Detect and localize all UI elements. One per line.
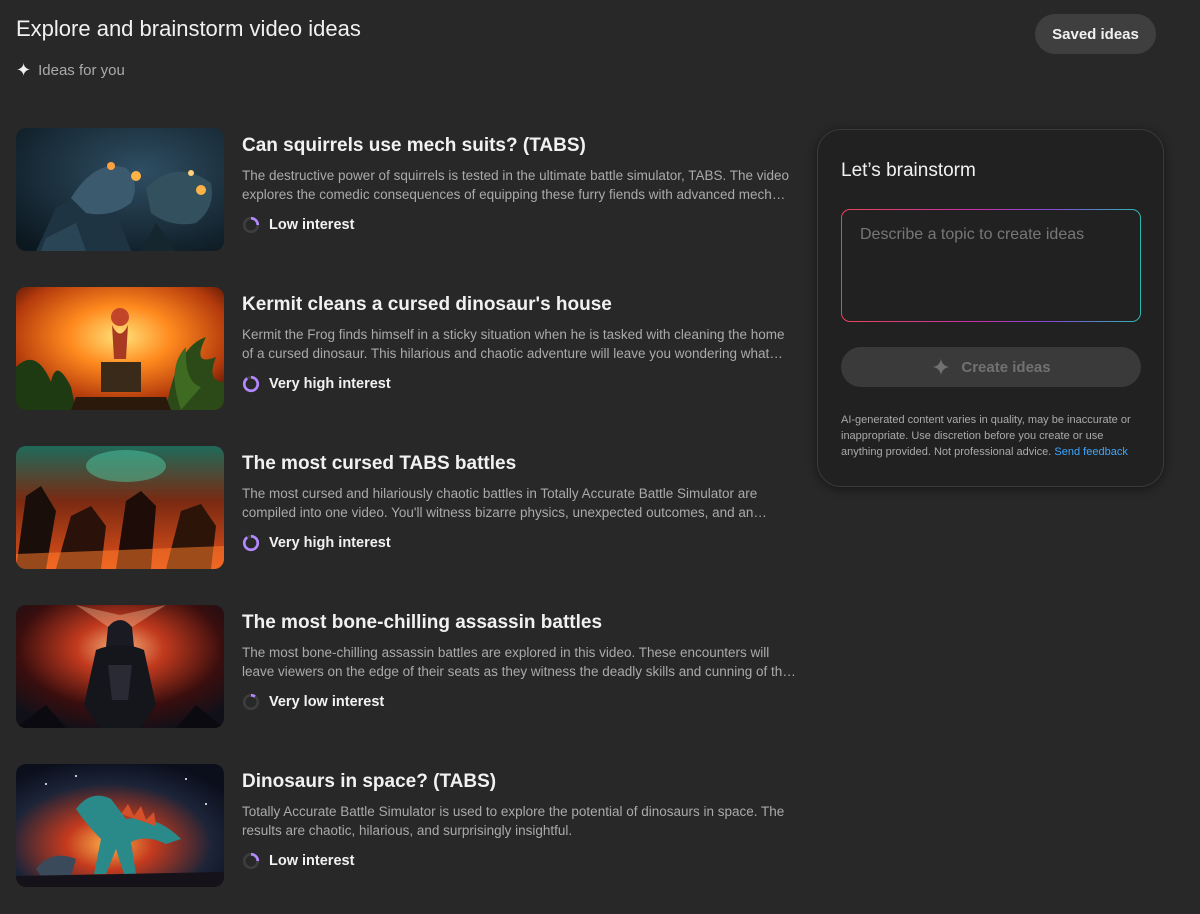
idea-description: Totally Accurate Battle Simulator is use… [242, 804, 785, 838]
page-title: Explore and brainstorm video ideas [16, 16, 361, 41]
interest-label: Very high interest [269, 376, 391, 392]
saved-ideas-button[interactable]: Saved ideas [1035, 14, 1156, 54]
idea-description: The most bone-chilling assassin battles … [242, 645, 790, 679]
create-ideas-label: Create ideas [961, 358, 1051, 376]
idea-title[interactable]: Dinosaurs in space? (TABS) [242, 770, 798, 794]
cursed-battle-image [16, 446, 224, 569]
brainstorm-panel: Let’s brainstorm Create ideas AI-generat… [817, 129, 1164, 487]
interest-gauge-icon [242, 852, 260, 870]
mech-squirrel-thumbnail[interactable] [16, 128, 224, 251]
ideas-for-you-heading: ✦ Ideas for you [16, 61, 125, 79]
interest-gauge-icon [242, 375, 260, 393]
subtitle-label: Ideas for you [38, 61, 125, 79]
idea-card[interactable]: Kermit cleans a cursed dinosaur's house … [16, 287, 801, 410]
interest-label: Low interest [269, 217, 355, 233]
idea-title[interactable]: The most cursed TABS battles [242, 452, 798, 476]
topic-input-border [841, 209, 1141, 322]
sparkle-icon: ✦ [16, 60, 32, 80]
mech-squirrel-image [16, 128, 224, 251]
assassin-image [16, 605, 224, 728]
idea-card[interactable]: Dinosaurs in space? (TABS) Totally Accur… [16, 764, 801, 887]
cursed-battle-thumbnail[interactable] [16, 446, 224, 569]
idea-description: Kermit the Frog finds himself in a stick… [242, 327, 785, 361]
idea-card[interactable]: Can squirrels use mech suits? (TABS) The… [16, 128, 801, 251]
interest-gauge-icon [242, 216, 260, 234]
ideas-list: Can squirrels use mech suits? (TABS) The… [16, 128, 801, 914]
interest-indicator: Very high interest [242, 375, 798, 393]
interest-gauge-icon [242, 693, 260, 711]
kermit-jungle-thumbnail[interactable] [16, 287, 224, 410]
interest-indicator: Very low interest [242, 693, 798, 711]
interest-indicator: Low interest [242, 216, 798, 234]
kermit-jungle-image [16, 287, 224, 410]
interest-indicator: Very high interest [242, 534, 798, 552]
interest-label: Very high interest [269, 535, 391, 551]
idea-title[interactable]: Kermit cleans a cursed dinosaur's house [242, 293, 798, 317]
sparkle-icon [933, 358, 950, 376]
space-dinosaur-thumbnail[interactable] [16, 764, 224, 887]
idea-title[interactable]: Can squirrels use mech suits? (TABS) [242, 134, 798, 158]
idea-card[interactable]: The most cursed TABS battles The most cu… [16, 446, 801, 569]
idea-title[interactable]: The most bone-chilling assassin battles [242, 611, 798, 635]
ai-disclaimer: AI-generated content varies in quality, … [841, 412, 1146, 460]
assassin-thumbnail[interactable] [16, 605, 224, 728]
interest-indicator: Low interest [242, 852, 798, 870]
interest-label: Low interest [269, 853, 355, 869]
send-feedback-link[interactable]: Send feedback [1054, 446, 1127, 458]
idea-description: The most cursed and hilariously chaotic … [242, 486, 758, 520]
space-dinosaur-image [16, 764, 224, 887]
idea-description: The destructive power of squirrels is te… [242, 168, 790, 202]
interest-label: Very low interest [269, 694, 385, 710]
brainstorm-title: Let’s brainstorm [841, 160, 976, 181]
topic-input[interactable] [842, 210, 1140, 321]
idea-card[interactable]: The most bone-chilling assassin battles … [16, 605, 801, 728]
create-ideas-button[interactable]: Create ideas [841, 347, 1141, 387]
interest-gauge-icon [242, 534, 260, 552]
